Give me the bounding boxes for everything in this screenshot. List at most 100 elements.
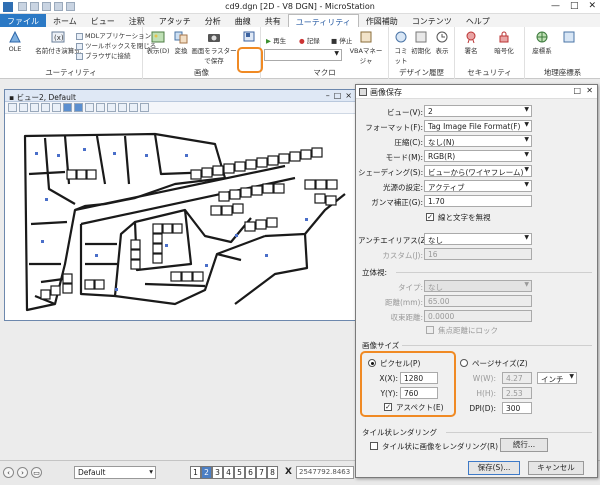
width-input[interactable]: 4.27	[502, 372, 532, 384]
coordinate-system-button[interactable]: 座標系	[529, 30, 555, 55]
view-rotate-icon[interactable]	[19, 103, 28, 112]
maximize-icon[interactable]: □	[573, 86, 581, 95]
mode-select[interactable]: RGB(R) ▼	[424, 150, 532, 162]
rotate-view-icon[interactable]	[85, 103, 94, 112]
antialias-select-value: なし	[428, 236, 443, 245]
ole-button[interactable]: OLE	[4, 30, 26, 53]
format-select[interactable]: Tag Image File Format(F) ▼	[424, 120, 532, 132]
tab-analyze[interactable]: 分析	[198, 14, 228, 27]
dialog-title: 画像保存	[370, 88, 402, 97]
minimize-button[interactable]: —	[551, 1, 560, 11]
commit-button[interactable]: コミット	[392, 30, 410, 65]
tab-attach[interactable]: アタッチ	[152, 14, 198, 27]
view-button-4[interactable]: 4	[223, 466, 234, 479]
antialias-select[interactable]: なし ▼	[424, 233, 532, 245]
lighting-select[interactable]: アクティブ ▼	[424, 180, 532, 192]
update-view-icon[interactable]	[30, 103, 39, 112]
chevron-down-icon: ▼	[524, 106, 529, 113]
unit-select[interactable]: インチ ▼	[537, 372, 577, 384]
view-window-buttons[interactable]: –□×	[326, 91, 356, 100]
view-window[interactable]: ▪ ビュー2, Default –□×	[4, 89, 360, 321]
gamma-input[interactable]: 1.70	[424, 195, 532, 207]
tab-utilities[interactable]: ユーティリティ	[287, 14, 359, 27]
tab-share[interactable]: 共有	[258, 14, 288, 27]
zoom-out-icon[interactable]	[52, 103, 61, 112]
view-select[interactable]: 2 ▼	[424, 105, 532, 117]
image-display-button[interactable]: 表示(D)	[146, 30, 170, 55]
history-show-button[interactable]: 表示	[433, 30, 451, 55]
save-raster-button[interactable]: 画面をラスターで保存	[191, 30, 237, 65]
view-button-3[interactable]: 3	[212, 466, 223, 479]
focus-distance-input[interactable]: 0.0000	[424, 310, 532, 322]
previous-view-icon[interactable]	[107, 103, 116, 112]
macro-record-button[interactable]: ● 記録	[299, 35, 320, 45]
close-icon[interactable]: ✕	[586, 86, 593, 95]
convert-icon	[174, 31, 188, 44]
page-size-radio[interactable]	[460, 359, 468, 367]
custom-input[interactable]: 16	[424, 248, 532, 260]
browser-icon	[76, 52, 83, 60]
image-size-section-label: 画像サイズ	[362, 341, 400, 350]
view-button-1[interactable]: 1	[190, 466, 201, 479]
close-button[interactable]: ✕	[588, 1, 596, 11]
save-button[interactable]: 保存(S)...	[468, 461, 520, 475]
lock-icon[interactable]: ▭	[31, 467, 42, 478]
view-button-2[interactable]: 2	[201, 466, 212, 479]
image-convert-button[interactable]: 変換	[171, 30, 191, 55]
next-view-icon[interactable]	[118, 103, 127, 112]
image-save-button[interactable]	[240, 29, 258, 44]
pan-view-icon[interactable]	[96, 103, 105, 112]
view-button-6[interactable]: 6	[245, 466, 256, 479]
stereo-distance-input[interactable]: 65.00	[424, 295, 532, 307]
forward-icon[interactable]: ›	[17, 467, 28, 478]
dpi-input[interactable]: 300	[502, 402, 532, 414]
drawing-canvas[interactable]	[5, 114, 359, 320]
sign-button[interactable]: 署名	[459, 30, 483, 55]
view-button-7[interactable]: 7	[256, 466, 267, 479]
vba-manager-button[interactable]: VBAマネージャ	[347, 30, 385, 65]
view-display-mode-icon[interactable]	[129, 103, 138, 112]
level-select[interactable]: Default ▾	[74, 466, 156, 479]
image-display-icon	[151, 31, 165, 43]
stereo-type-select[interactable]: なし ▼	[424, 280, 532, 292]
pixel-size-highlight	[360, 351, 456, 417]
tab-file[interactable]: ファイル	[0, 14, 46, 27]
initialize-button[interactable]: 初期化	[411, 30, 431, 55]
height-input[interactable]: 2.53	[502, 387, 532, 399]
tab-home[interactable]: ホーム	[46, 14, 84, 27]
back-icon[interactable]: ‹	[3, 467, 14, 478]
shading-select[interactable]: ビューから(ワイヤフレーム) ▼	[424, 165, 532, 177]
encrypt-button[interactable]: 暗号化	[487, 30, 521, 55]
tab-annotate[interactable]: 注釈	[122, 14, 152, 27]
continue-button[interactable]: 続行...	[500, 438, 548, 452]
focus-distance-label: 収束距離:	[390, 313, 423, 322]
shading-select-value: ビューから(ワイヤフレーム)	[428, 168, 524, 177]
mdl-applications-button[interactable]: MDLアプリケーション	[76, 30, 151, 40]
focus-lock-checkbox[interactable]	[426, 326, 434, 334]
fit-view-icon[interactable]	[74, 103, 83, 112]
geo-tool-button[interactable]	[561, 30, 577, 45]
view-button-5[interactable]: 5	[234, 466, 245, 479]
browser-connect-button[interactable]: ブラウザに接続	[76, 50, 131, 60]
chevron-down-icon: ▼	[524, 136, 529, 143]
lighting-select-value: アクティブ	[428, 183, 465, 192]
ignore-lines-text-checkbox[interactable]: ✓	[426, 213, 434, 221]
macro-select[interactable]: ▼	[264, 49, 342, 61]
clip-volume-icon[interactable]	[140, 103, 149, 112]
macro-group: ▶ 再生 ● 記録 ■ 停止 ▼ VBAマネージャ マクロ	[261, 27, 389, 79]
maximize-button[interactable]: □	[570, 1, 579, 11]
tab-content[interactable]: コンテンツ	[405, 14, 459, 27]
zoom-in-icon[interactable]	[41, 103, 50, 112]
cancel-button[interactable]: キャンセル	[528, 461, 584, 475]
compression-select[interactable]: なし(N) ▼	[424, 135, 532, 147]
window-area-icon[interactable]	[63, 103, 72, 112]
macro-play-button[interactable]: ▶ 再生	[266, 35, 286, 45]
tile-render-checkbox[interactable]	[370, 442, 378, 450]
tab-help[interactable]: ヘルプ	[459, 14, 497, 27]
x-coordinate-field[interactable]: 2547792.8463	[296, 466, 354, 479]
view-attributes-icon[interactable]	[8, 103, 17, 112]
view-button-8[interactable]: 8	[267, 466, 278, 479]
tab-curves[interactable]: 曲線	[228, 14, 258, 27]
tab-drawing-aids[interactable]: 作図補助	[359, 14, 405, 27]
tab-view[interactable]: ビュー	[84, 14, 122, 27]
